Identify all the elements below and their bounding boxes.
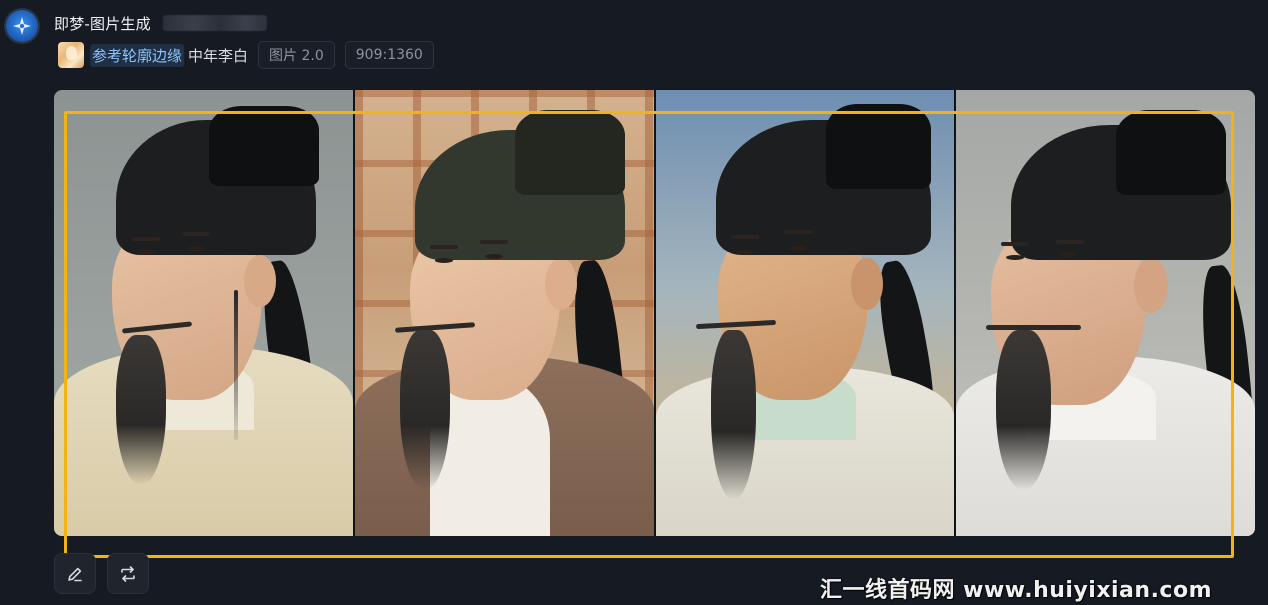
generated-image-1[interactable] xyxy=(54,90,353,536)
image-gallery xyxy=(54,90,1255,536)
avatar[interactable] xyxy=(6,10,38,42)
regenerate-button[interactable] xyxy=(107,553,149,594)
reference-mode-label[interactable]: 参考轮廓边缘 xyxy=(90,43,185,67)
app-title: 即梦-图片生成 xyxy=(54,14,151,33)
pencil-icon xyxy=(68,567,82,581)
watermark: 汇一线首码网 www.huiyixian.com xyxy=(820,578,1213,603)
edit-button[interactable] xyxy=(54,553,96,594)
prompt-row: 参考轮廓边缘 中年李白 图片 2.0 909:1360 xyxy=(58,41,434,69)
repeat-icon xyxy=(121,565,135,582)
aspect-ratio-tag: 909:1360 xyxy=(344,41,434,69)
generated-image-2[interactable] xyxy=(354,90,654,536)
jimeng-star-icon xyxy=(13,17,31,35)
reference-image-thumbnail[interactable] xyxy=(58,42,84,68)
redacted-username xyxy=(162,15,267,31)
message-header: 即梦-图片生成 xyxy=(54,12,267,34)
generated-image-4[interactable] xyxy=(956,90,1255,536)
model-tag: 图片 2.0 xyxy=(258,41,335,69)
generated-image-3[interactable] xyxy=(655,90,955,536)
prompt-text: 中年李白 xyxy=(188,46,249,65)
chat-message: 即梦-图片生成 参考轮廓边缘 中年李白 图片 2.0 909:1360 汇一线首… xyxy=(0,0,1268,605)
